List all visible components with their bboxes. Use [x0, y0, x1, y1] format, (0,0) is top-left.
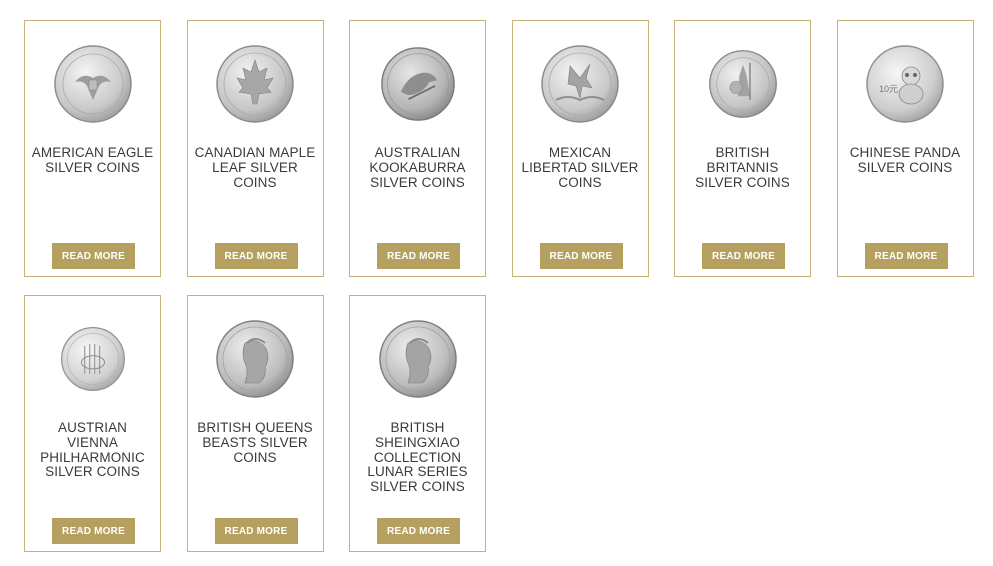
coin-image[interactable] — [188, 43, 323, 125]
read-more-button[interactable]: READ MORE — [377, 243, 460, 269]
philharmonic-coin-icon — [60, 327, 125, 391]
product-card: BRITISH BRITANNIS SILVER COINS READ MORE — [674, 20, 811, 277]
coin-image[interactable]: 10元 — [838, 43, 973, 125]
read-more-button[interactable]: READ MORE — [214, 518, 298, 544]
product-title: CHINESE PANDA SILVER COINS — [849, 145, 961, 175]
read-more-button[interactable]: READ MORE — [214, 243, 298, 269]
coin-image[interactable] — [188, 318, 323, 400]
product-card: BRITISH QUEENS BEASTS SILVER COINS READ … — [186, 295, 324, 552]
product-grid: AMERICAN EAGLE SILVER COINS READ MORE CA… — [24, 20, 974, 552]
product-title: AMERICAN EAGLE SILVER COINS — [31, 145, 154, 175]
product-card: AUSTRALIAN KOOKABURRA SILVER COINS READ … — [349, 20, 486, 277]
product-title: AUSTRALIAN KOOKABURRA SILVER COINS — [369, 145, 466, 190]
product-title: BRITISH QUEENS BEASTS SILVER COINS — [197, 420, 313, 465]
product-card: AUSTRIAN VIENNA PHILHARMONIC SILVER COIN… — [24, 295, 161, 552]
britannia-coin-icon — [708, 50, 777, 118]
coin-image[interactable] — [25, 318, 160, 400]
read-more-button[interactable]: READ MORE — [52, 243, 135, 269]
coin-image[interactable] — [350, 43, 485, 125]
svg-text:10元: 10元 — [879, 84, 898, 94]
read-more-button[interactable]: READ MORE — [702, 243, 785, 269]
maple-leaf-coin-icon — [216, 45, 294, 123]
product-title: BRITISH BRITANNIS SILVER COINS — [695, 145, 790, 190]
product-title: CANADIAN MAPLE LEAF SILVER COINS — [194, 145, 316, 190]
product-title: MEXICAN LIBERTAD SILVER COINS — [521, 145, 639, 190]
american-eagle-coin-icon — [53, 45, 132, 123]
panda-coin-icon: 10元 — [866, 45, 944, 123]
queens-beasts-coin-icon — [216, 320, 294, 398]
product-card: MEXICAN LIBERTAD SILVER COINS READ MORE — [511, 20, 649, 277]
lunar-series-coin-icon — [378, 320, 457, 398]
coin-image[interactable] — [350, 318, 485, 400]
read-more-button[interactable]: READ MORE — [377, 518, 460, 544]
product-card: 10元 CHINESE PANDA SILVER COINS READ MORE — [836, 20, 974, 277]
product-card: AMERICAN EAGLE SILVER COINS READ MORE — [24, 20, 161, 277]
product-title: BRITISH SHEINGXIAO COLLECTION LUNAR SERI… — [367, 420, 468, 495]
coin-image[interactable] — [513, 43, 648, 125]
kookaburra-coin-icon — [380, 47, 455, 121]
coin-image[interactable] — [675, 43, 810, 125]
read-more-button[interactable]: READ MORE — [539, 243, 623, 269]
libertad-coin-icon — [541, 45, 619, 123]
read-more-button[interactable]: READ MORE — [864, 243, 948, 269]
read-more-button[interactable]: READ MORE — [52, 518, 135, 544]
product-title: AUSTRIAN VIENNA PHILHARMONIC SILVER COIN… — [40, 420, 145, 480]
product-card: BRITISH SHEINGXIAO COLLECTION LUNAR SERI… — [349, 295, 486, 552]
coin-image[interactable] — [25, 43, 160, 125]
product-card: CANADIAN MAPLE LEAF SILVER COINS READ MO… — [186, 20, 324, 277]
